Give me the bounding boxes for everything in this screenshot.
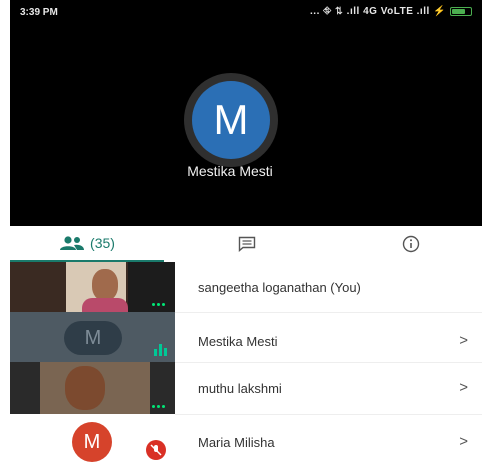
active-speaker-name: Mestika Mesti — [187, 163, 273, 179]
chevron-right-icon[interactable]: > — [459, 379, 468, 396]
row-divider — [175, 312, 482, 313]
participant-list: sangeetha loganathan (You) M Mestika Mes… — [10, 262, 482, 462]
participant-name: Maria Milisha — [198, 435, 275, 450]
network-status: ... ⛗ ⇅ .ıll 4G VoLTE .ıll ⚡ — [310, 6, 446, 17]
battery-icon — [450, 7, 472, 16]
participant-camera-thumb — [10, 262, 175, 312]
tab-info[interactable] — [340, 226, 482, 262]
participant-name: muthu lakshmi — [198, 381, 282, 396]
mic-off-icon — [146, 440, 166, 460]
participant-name: Mestika Mesti — [198, 334, 278, 349]
meeting-tab-bar: (35) — [10, 226, 482, 262]
chevron-right-icon[interactable]: > — [459, 332, 468, 349]
people-icon — [60, 236, 85, 250]
speaker-avatar-ring: M — [184, 73, 278, 167]
participant-name: sangeetha loganathan (You) — [198, 280, 361, 295]
tab-chat[interactable] — [182, 226, 312, 262]
battery-level — [452, 9, 465, 14]
people-count: (35) — [90, 235, 115, 251]
row-divider — [175, 414, 482, 415]
status-time: 3:39 PM — [20, 7, 58, 18]
info-icon — [402, 235, 420, 253]
participant-row[interactable]: muthu lakshmi > — [10, 362, 482, 414]
row-divider — [175, 362, 482, 363]
status-bar: 3:39 PM ... ⛗ ⇅ .ıll 4G VoLTE .ıll ⚡ — [10, 0, 482, 24]
participant-avatar-thumb: M — [10, 414, 175, 462]
participant-avatar: M — [64, 321, 122, 355]
participant-face — [92, 269, 118, 301]
audio-dots-indicator — [152, 303, 165, 306]
main-video-stage[interactable]: 3:39 PM ... ⛗ ⇅ .ıll 4G VoLTE .ıll ⚡ M M… — [10, 0, 482, 226]
participant-row[interactable]: M Mestika Mesti > — [10, 312, 482, 362]
participant-row[interactable]: M Maria Milisha > — [10, 414, 482, 462]
participant-avatar-thumb: M — [10, 312, 175, 362]
chat-icon — [238, 236, 256, 252]
tab-people[interactable]: (35) — [10, 226, 164, 262]
status-indicators: ... ⛗ ⇅ .ıll 4G VoLTE .ıll ⚡ — [310, 6, 472, 17]
participant-row[interactable]: sangeetha loganathan (You) — [10, 262, 482, 312]
participant-face — [65, 366, 105, 410]
speaker-avatar: M — [192, 81, 270, 159]
participant-camera-thumb — [10, 362, 175, 414]
participant-body — [82, 298, 128, 312]
chevron-right-icon[interactable]: > — [459, 433, 468, 450]
audio-dots-indicator — [152, 405, 165, 408]
participant-avatar: M — [72, 422, 112, 462]
speaking-indicator-icon — [154, 344, 167, 356]
